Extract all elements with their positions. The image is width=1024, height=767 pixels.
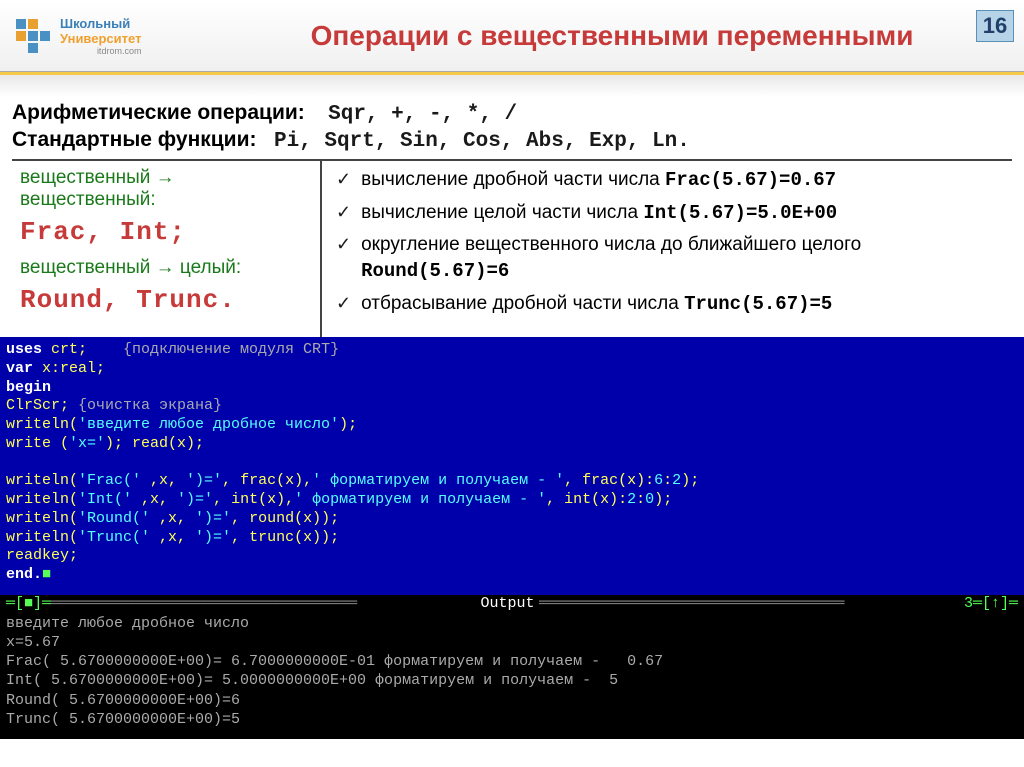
output-header: ═[■]═ ══════════════════════════════════… — [0, 595, 1024, 612]
arith-label: Арифметические операции: — [12, 101, 305, 124]
left-box: вещественный → вещественный: Frac, Int; … — [12, 161, 322, 337]
trunc-example: Trunc(5.67)=5 — [684, 293, 832, 315]
check-icon: ✓ — [336, 167, 351, 191]
trunc-desc: ✓ отбрасывание дробной части числа Trunc… — [336, 291, 1008, 318]
logo-line1: Школьный — [60, 16, 141, 31]
int-desc: ✓ вычисление целой части числа Int(5.67)… — [336, 200, 1008, 227]
output-block: введите любое дробное число x=5.67 Frac(… — [0, 612, 1024, 739]
frac-desc: ✓ вычисление дробной части числа Frac(5.… — [336, 167, 1008, 194]
std-funcs-line: Стандартные функции: Pi, Sqrt, Sin, Cos,… — [12, 128, 1012, 153]
round-example: Round(5.67)=6 — [361, 260, 509, 282]
logo-line2: Университет — [60, 31, 141, 46]
slide-title: Операции с вещественными переменными — [200, 20, 1024, 52]
gray-bar — [0, 75, 1024, 97]
content-upper: Арифметические операции: Sqr, +, -, *, /… — [0, 97, 1024, 337]
std-funcs: Pi, Sqrt, Sin, Cos, Abs, Exp, Ln. — [274, 130, 690, 153]
round-trunc-funcs: Round, Trunc. — [20, 285, 310, 315]
pascal-code-block: uses crt; {подключение модуля CRT} var x… — [0, 337, 1024, 595]
logo-text: Школьный Университет itdrom.com — [60, 16, 141, 56]
logo-line3: itdrom.com — [60, 46, 141, 56]
arith-ops: Sqr, +, -, *, / — [328, 103, 517, 126]
real-to-real-label: вещественный → вещественный: — [20, 167, 310, 211]
university-logo-icon — [12, 15, 54, 57]
slide-number-badge: 16 — [976, 10, 1014, 42]
round-desc: ✓ округление вещественного числа до ближ… — [336, 232, 1008, 284]
real-to-int-label: вещественный → целый: — [20, 257, 310, 279]
output-label: Output — [476, 595, 538, 612]
slide-header: Школьный Университет itdrom.com Операции… — [0, 0, 1024, 72]
info-box: вещественный → вещественный: Frac, Int; … — [12, 159, 1012, 337]
logo-area: Школьный Университет itdrom.com — [0, 15, 200, 57]
frac-int-funcs: Frac, Int; — [20, 217, 310, 247]
check-icon: ✓ — [336, 232, 351, 256]
output-window-num: 3═[↑]═ — [964, 595, 1018, 612]
std-label: Стандартные функции: — [12, 128, 256, 151]
right-box: ✓ вычисление дробной части числа Frac(5.… — [322, 161, 1012, 337]
arithmetic-ops-line: Арифметические операции: Sqr, +, -, *, / — [12, 101, 1012, 126]
frac-example: Frac(5.67)=0.67 — [665, 169, 836, 191]
int-example: Int(5.67)=5.0E+00 — [643, 202, 837, 224]
check-icon: ✓ — [336, 200, 351, 224]
check-icon: ✓ — [336, 291, 351, 315]
